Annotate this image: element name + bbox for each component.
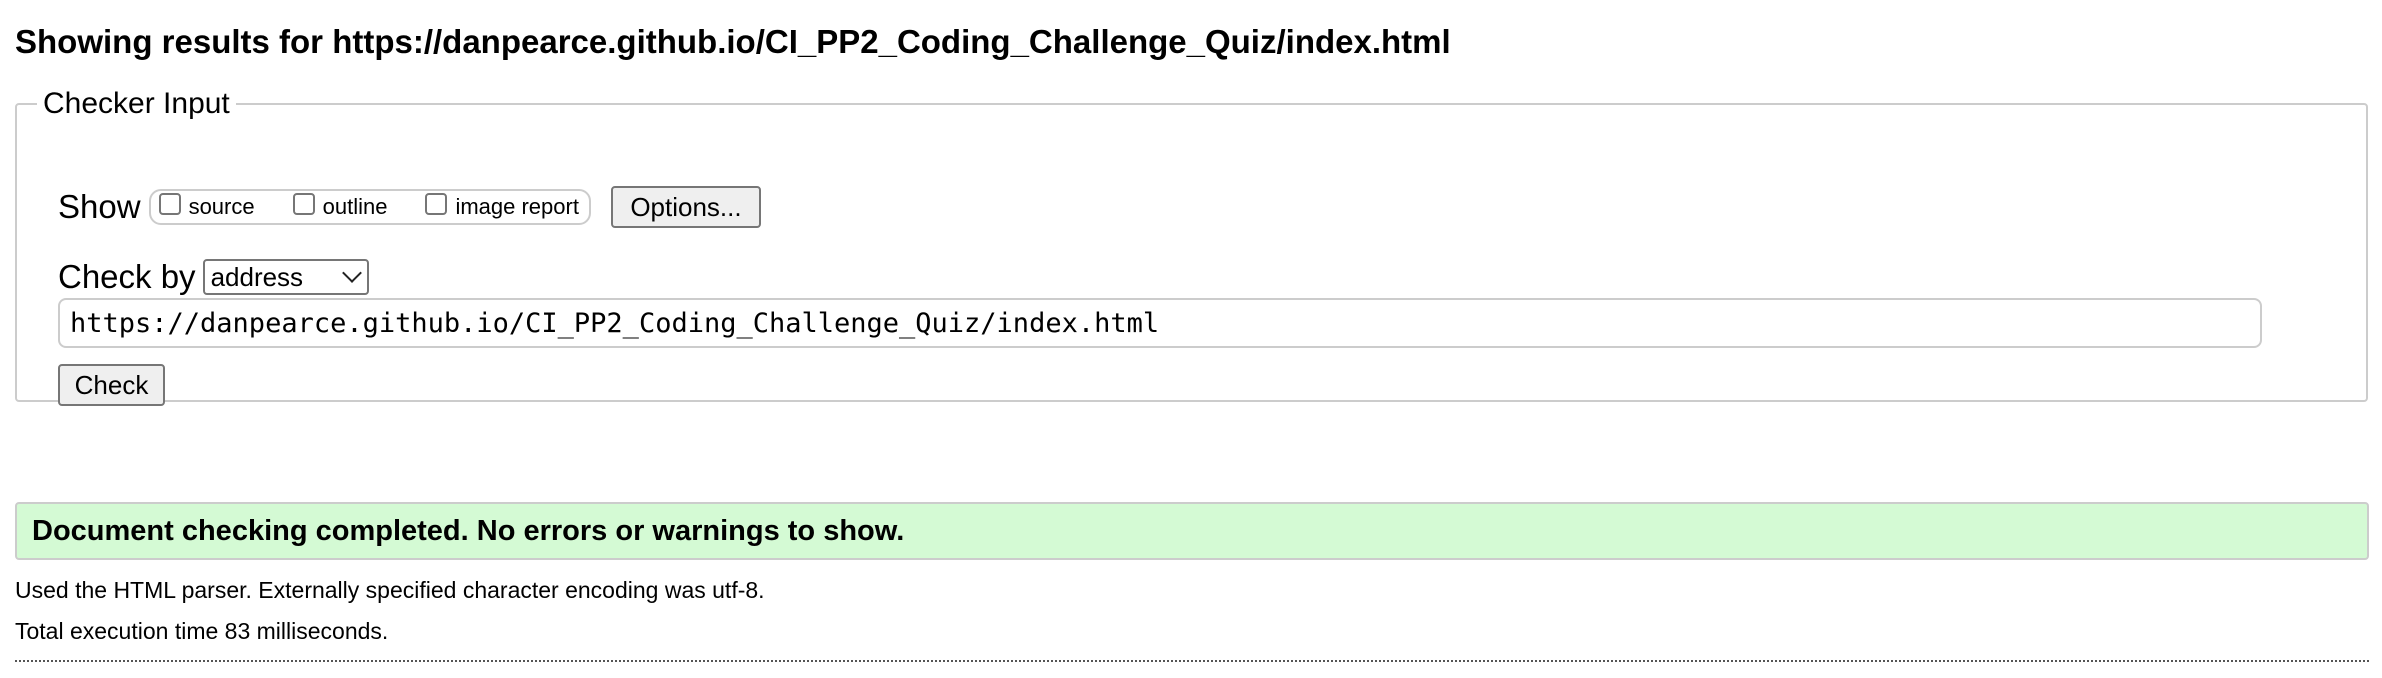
checker-input-fieldset: Checker Input Show source outline image … [15,86,2368,406]
check-by-row: Check by address [58,256,369,298]
show-label: Show [58,188,141,225]
checker-input-legend: Checker Input [43,87,230,120]
source-checkbox[interactable] [158,193,181,215]
outline-checkbox[interactable] [292,193,315,215]
show-source-option[interactable]: source [158,193,255,220]
execution-time-info: Total execution time 83 milliseconds. [15,618,389,644]
check-by-label: Check by [58,258,196,295]
outline-label: outline [322,194,388,219]
show-row: Show source outline image report Options… [58,186,761,228]
dotted-divider [15,660,2369,662]
validator-results-page: Showing results for https://danpearce.gi… [0,0,2382,678]
source-label: source [188,194,255,219]
check-button[interactable]: Check [58,364,165,406]
chevron-down-icon [341,263,362,283]
check-by-select[interactable]: address [202,259,369,295]
options-button[interactable]: Options... [610,186,761,228]
parser-info: Used the HTML parser. Externally specifi… [15,577,765,603]
image-report-checkbox[interactable] [425,193,448,215]
image-report-label: image report [455,194,579,219]
page-title: Showing results for https://danpearce.gi… [15,23,1451,60]
check-by-selected-value: address [210,261,304,292]
show-outline-option[interactable]: outline [292,193,388,220]
show-options-group: source outline image report [148,189,591,225]
success-message: Document checking completed. No errors o… [15,502,2369,560]
url-input[interactable]: https://danpearce.github.io/CI_PP2_Codin… [58,298,2262,348]
show-image-report-option[interactable]: image report [425,193,579,220]
